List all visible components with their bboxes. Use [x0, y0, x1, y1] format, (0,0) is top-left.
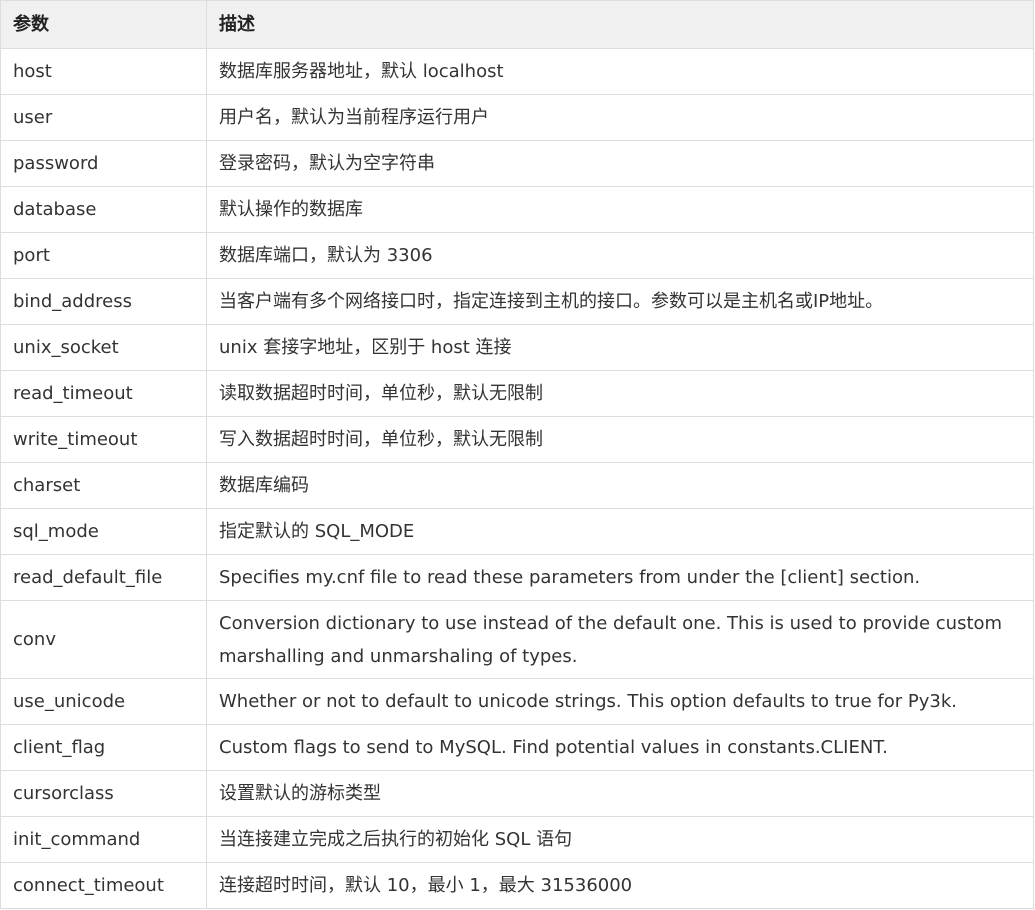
table-row: port 数据库端口，默认为 3306: [0, 232, 1034, 279]
param-name: init_command: [0, 816, 207, 863]
param-desc: 当连接建立完成之后执行的初始化 SQL 语句: [206, 816, 1034, 863]
table-header: 参数 描述: [0, 0, 1034, 49]
param-desc: unix 套接字地址，区别于 host 连接: [206, 324, 1034, 371]
param-desc: 默认操作的数据库: [206, 186, 1034, 233]
param-name: charset: [0, 462, 207, 509]
param-desc: Whether or not to default to unicode str…: [206, 678, 1034, 725]
param-name: cursorclass: [0, 770, 207, 817]
table-body: host 数据库服务器地址，默认 localhost user 用户名，默认为当…: [0, 48, 1034, 909]
param-desc: Conversion dictionary to use instead of …: [206, 600, 1034, 679]
table-row: database 默认操作的数据库: [0, 186, 1034, 233]
param-name: read_default_file: [0, 554, 207, 601]
param-name: sql_mode: [0, 508, 207, 555]
param-name: use_unicode: [0, 678, 207, 725]
param-name: read_timeout: [0, 370, 207, 417]
param-desc: 设置默认的游标类型: [206, 770, 1034, 817]
table-row: connect_timeout 连接超时时间，默认 10，最小 1，最大 315…: [0, 862, 1034, 909]
param-desc: Custom flags to send to MySQL. Find pote…: [206, 724, 1034, 771]
param-name: conv: [0, 600, 207, 679]
param-desc: 写入数据超时时间，单位秒，默认无限制: [206, 416, 1034, 463]
param-name: write_timeout: [0, 416, 207, 463]
table-row: cursorclass 设置默认的游标类型: [0, 770, 1034, 817]
param-desc: 数据库编码: [206, 462, 1034, 509]
param-name: user: [0, 94, 207, 141]
table-row: charset 数据库编码: [0, 462, 1034, 509]
param-desc: 连接超时时间，默认 10，最小 1，最大 31536000: [206, 862, 1034, 909]
header-param: 参数: [0, 0, 207, 49]
param-desc: 数据库服务器地址，默认 localhost: [206, 48, 1034, 95]
table-row: sql_mode 指定默认的 SQL_MODE: [0, 508, 1034, 555]
header-desc: 描述: [206, 0, 1034, 49]
table-row: user 用户名，默认为当前程序运行用户: [0, 94, 1034, 141]
table-row: conv Conversion dictionary to use instea…: [0, 600, 1034, 679]
param-name: bind_address: [0, 278, 207, 325]
param-name: password: [0, 140, 207, 187]
table-row: host 数据库服务器地址，默认 localhost: [0, 48, 1034, 95]
header-row: 参数 描述: [0, 0, 1034, 49]
param-name: port: [0, 232, 207, 279]
param-name: client_flag: [0, 724, 207, 771]
table-row: unix_socket unix 套接字地址，区别于 host 连接: [0, 324, 1034, 371]
param-name: unix_socket: [0, 324, 207, 371]
param-desc: Specifies my.cnf file to read these para…: [206, 554, 1034, 601]
parameters-table: 参数 描述 host 数据库服务器地址，默认 localhost user 用户…: [0, 0, 1034, 909]
param-name: database: [0, 186, 207, 233]
table-row: init_command 当连接建立完成之后执行的初始化 SQL 语句: [0, 816, 1034, 863]
param-desc: 指定默认的 SQL_MODE: [206, 508, 1034, 555]
param-desc: 登录密码，默认为空字符串: [206, 140, 1034, 187]
table-row: write_timeout 写入数据超时时间，单位秒，默认无限制: [0, 416, 1034, 463]
table-row: read_default_file Specifies my.cnf file …: [0, 554, 1034, 601]
table-row: client_flag Custom flags to send to MySQ…: [0, 724, 1034, 771]
param-desc: 用户名，默认为当前程序运行用户: [206, 94, 1034, 141]
param-name: host: [0, 48, 207, 95]
table-row: password 登录密码，默认为空字符串: [0, 140, 1034, 187]
param-desc: 当客户端有多个网络接口时，指定连接到主机的接口。参数可以是主机名或IP地址。: [206, 278, 1034, 325]
table-row: read_timeout 读取数据超时时间，单位秒，默认无限制: [0, 370, 1034, 417]
table-row: use_unicode Whether or not to default to…: [0, 678, 1034, 725]
param-name: connect_timeout: [0, 862, 207, 909]
table-row: bind_address 当客户端有多个网络接口时，指定连接到主机的接口。参数可…: [0, 278, 1034, 325]
param-desc: 读取数据超时时间，单位秒，默认无限制: [206, 370, 1034, 417]
param-desc: 数据库端口，默认为 3306: [206, 232, 1034, 279]
